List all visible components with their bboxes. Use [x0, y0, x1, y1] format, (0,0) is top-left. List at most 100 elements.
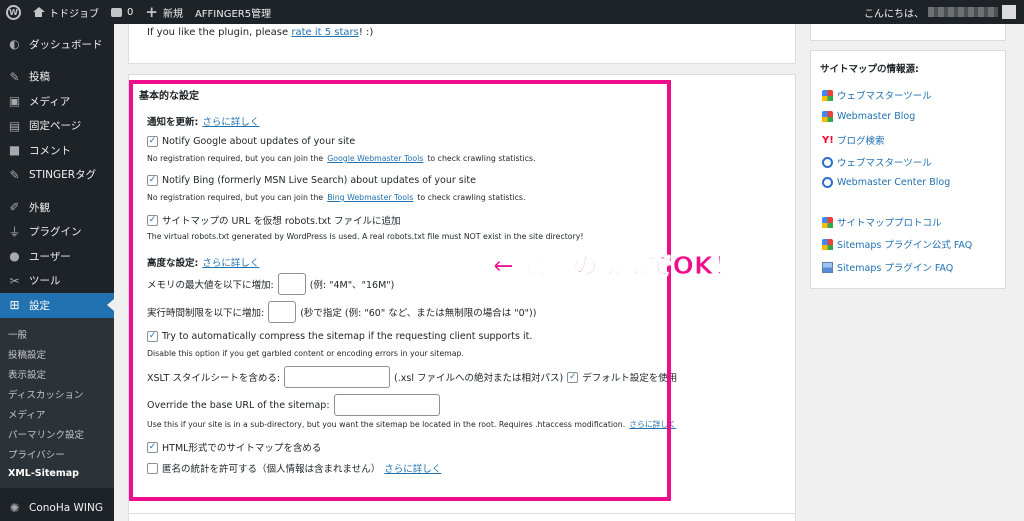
bing-webmaster-tools-link[interactable]: Bing Webmaster Tools: [327, 193, 413, 202]
submenu-item-general[interactable]: 一般: [0, 324, 114, 344]
submenu-item-writing[interactable]: 投稿設定: [0, 344, 114, 364]
menu-label: ユーザー: [29, 250, 71, 263]
google-icon: [822, 111, 833, 122]
xslt-default-checkbox[interactable]: ✓: [567, 371, 579, 383]
rate-plugin-link[interactable]: rate it 5 stars: [291, 27, 359, 38]
menu-label: 投稿: [29, 71, 50, 84]
menu-item-users[interactable]: ● ユーザー: [0, 244, 114, 269]
source-link-bing-webmaster-tools[interactable]: ウェブマスターツール: [822, 155, 932, 169]
memory-label: メモリの最大値を以下に増加:: [147, 280, 274, 291]
base-url-input[interactable]: [333, 394, 440, 416]
notify-heading-row: 通知を更新: さらに詳しく: [147, 114, 259, 128]
anon-stats-checkbox[interactable]: [147, 462, 158, 474]
xslt-input[interactable]: [284, 366, 391, 388]
plugin-rating-panel: If you like the plugin, please rate it 5…: [128, 24, 796, 64]
brush-icon: ✐: [9, 200, 20, 215]
affinger-link[interactable]: AFFINGER5管理: [189, 0, 277, 24]
submenu-item-xml-sitemap[interactable]: XML-Sitemap: [0, 464, 114, 484]
media-icon: ▣: [8, 94, 21, 109]
base-url-desc: Use this if your site is in a sub-direct…: [147, 419, 677, 430]
google-webmaster-tools-link[interactable]: Google Webmaster Tools: [327, 154, 423, 163]
menu-item-plugins[interactable]: ⏚ プラグイン: [0, 220, 114, 245]
menu-item-conoha-wing[interactable]: ✺ ConoHa WING: [0, 496, 114, 521]
source-link-plugin-faq[interactable]: Sitemaps プラグイン FAQ: [822, 260, 953, 274]
bing-icon: [822, 177, 833, 188]
settings-submenu: 一般 投稿設定 表示設定 ディスカッション メディア パーマリンク設定 プライバ…: [0, 317, 114, 488]
new-content-link[interactable]: + 新規: [139, 0, 189, 24]
menu-item-posts[interactable]: ✎ 投稿: [0, 65, 114, 90]
source-link-webmaster-blog[interactable]: Webmaster Blog: [822, 111, 915, 122]
menu-label: コメント: [29, 144, 71, 157]
submenu-item-privacy[interactable]: プライバシー: [0, 444, 114, 464]
new-label: 新規: [162, 8, 183, 20]
xslt-default-label: デフォルト設定を使用: [582, 373, 678, 384]
bing-notify-checkbox[interactable]: ✓: [147, 175, 158, 186]
memory-hint: (例: "4M"、"16M"): [309, 280, 395, 291]
source-link-official-faq[interactable]: Sitemaps プラグイン公式 FAQ: [822, 237, 972, 251]
menu-item-dashboard[interactable]: ◐ ダッシュボード: [0, 32, 114, 57]
menu-label: プラグイン: [29, 226, 82, 239]
menu-label: STINGERタグ: [29, 169, 97, 182]
robots-checkbox[interactable]: ✓: [147, 214, 158, 226]
affinger-label: AFFINGER5管理: [194, 8, 272, 20]
menu-label: ダッシュボード: [29, 38, 103, 51]
robots-desc: The virtual robots.txt generated by Word…: [147, 232, 584, 241]
wrench-icon: ✂: [9, 273, 20, 288]
menu-item-comments[interactable]: ■ コメント: [0, 138, 114, 163]
menu-item-media[interactable]: ▣ メディア: [0, 89, 114, 114]
compress-checkbox[interactable]: ✓: [147, 331, 158, 342]
source-link-webmaster-center-blog[interactable]: Webmaster Center Blog: [822, 177, 950, 188]
anon-stats-option: 匿名の統計を許可する（個人情報は含まれません） さらに詳しく: [147, 461, 441, 475]
base-url-label: Override the base URL of the sitemap:: [147, 399, 330, 411]
menu-label: 設定: [29, 299, 50, 312]
comment-icon: ■: [8, 143, 21, 158]
submenu-item-media[interactable]: メディア: [0, 404, 114, 424]
menu-item-tools[interactable]: ✂ ツール: [0, 269, 114, 294]
exec-time-input[interactable]: [268, 301, 297, 323]
sidebar-top-panel: [810, 24, 1006, 41]
comment-icon: [111, 7, 122, 17]
html-sitemap-checkbox[interactable]: ✓: [147, 441, 158, 453]
menu-item-settings[interactable]: ⊞ 設定: [0, 293, 114, 318]
source-link-google-webmaster-tools[interactable]: ウェブマスターツール: [822, 88, 932, 102]
html-sitemap-label: HTML形式でのサイトマップを含める: [162, 443, 322, 454]
admin-bar: W トドジョブ 0 + 新規 AFFINGER5管理 こんにちは、: [0, 0, 1024, 24]
settings-icon: ⊞: [9, 298, 20, 313]
sitemap-sources-panel: [810, 50, 1006, 289]
menu-item-pages[interactable]: ▤ 固定ページ: [0, 114, 114, 139]
bing-option: ✓ Notify Bing (formerly MSN Live Search) …: [147, 175, 476, 186]
menu-item-stinger-tag[interactable]: ✎ STINGERタグ: [0, 163, 114, 188]
wordpress-icon: W: [6, 4, 21, 20]
site-name-link[interactable]: トドジョブ: [27, 0, 105, 24]
google-notify-checkbox[interactable]: ✓: [147, 136, 158, 147]
source-link-sitemap-protocol[interactable]: サイトマッププロトコル: [822, 215, 942, 229]
notify-heading: 通知を更新:: [147, 117, 199, 128]
menu-item-appearance[interactable]: ✐ 外観: [0, 195, 114, 220]
user-icon: ●: [9, 249, 20, 264]
bing-desc: No registration required, but you can jo…: [147, 193, 526, 202]
greeting: こんにちは、: [864, 8, 924, 20]
pin-icon: ✎: [9, 167, 20, 182]
base-url-more-link[interactable]: さらに詳しく: [629, 419, 676, 430]
menu-label: メディア: [29, 95, 71, 108]
xslt-row: XSLT スタイルシートを含める: (.xsl ファイルへの絶対または相対パス) ✓…: [147, 366, 677, 388]
submenu-item-permalinks[interactable]: パーマリンク設定: [0, 424, 114, 444]
memory-input[interactable]: [277, 273, 306, 295]
memory-row: メモリの最大値を以下に増加: (例: "4M"、"16M"): [147, 273, 394, 295]
submenu-item-discussion[interactable]: ディスカッション: [0, 384, 114, 404]
robots-option: ✓ サイトマップの URL を仮想 robots.txt ファイルに追加: [147, 213, 401, 227]
notify-more-link[interactable]: さらに詳しく: [202, 114, 259, 128]
menu-label: ツール: [29, 275, 61, 288]
html-sitemap-option: ✓ HTML形式でのサイトマップを含める: [147, 440, 321, 454]
wp-logo-button[interactable]: W: [0, 0, 27, 24]
google-option: ✓ Notify Google about updates of your sit…: [147, 136, 355, 147]
submenu-item-reading[interactable]: 表示設定: [0, 364, 114, 384]
bing-icon: [822, 156, 833, 168]
anon-stats-more-link[interactable]: さらに詳しく: [384, 461, 441, 475]
comments-link[interactable]: 0: [105, 0, 139, 24]
compress-label: Try to automatically compress the sitema…: [162, 331, 533, 342]
advanced-more-link[interactable]: さらに詳しく: [202, 255, 259, 269]
advanced-heading: 高度な設定:: [147, 258, 199, 269]
source-link-blog-search[interactable]: Y! ブログ検索: [822, 133, 885, 148]
account-menu[interactable]: こんにちは、: [864, 0, 1016, 24]
